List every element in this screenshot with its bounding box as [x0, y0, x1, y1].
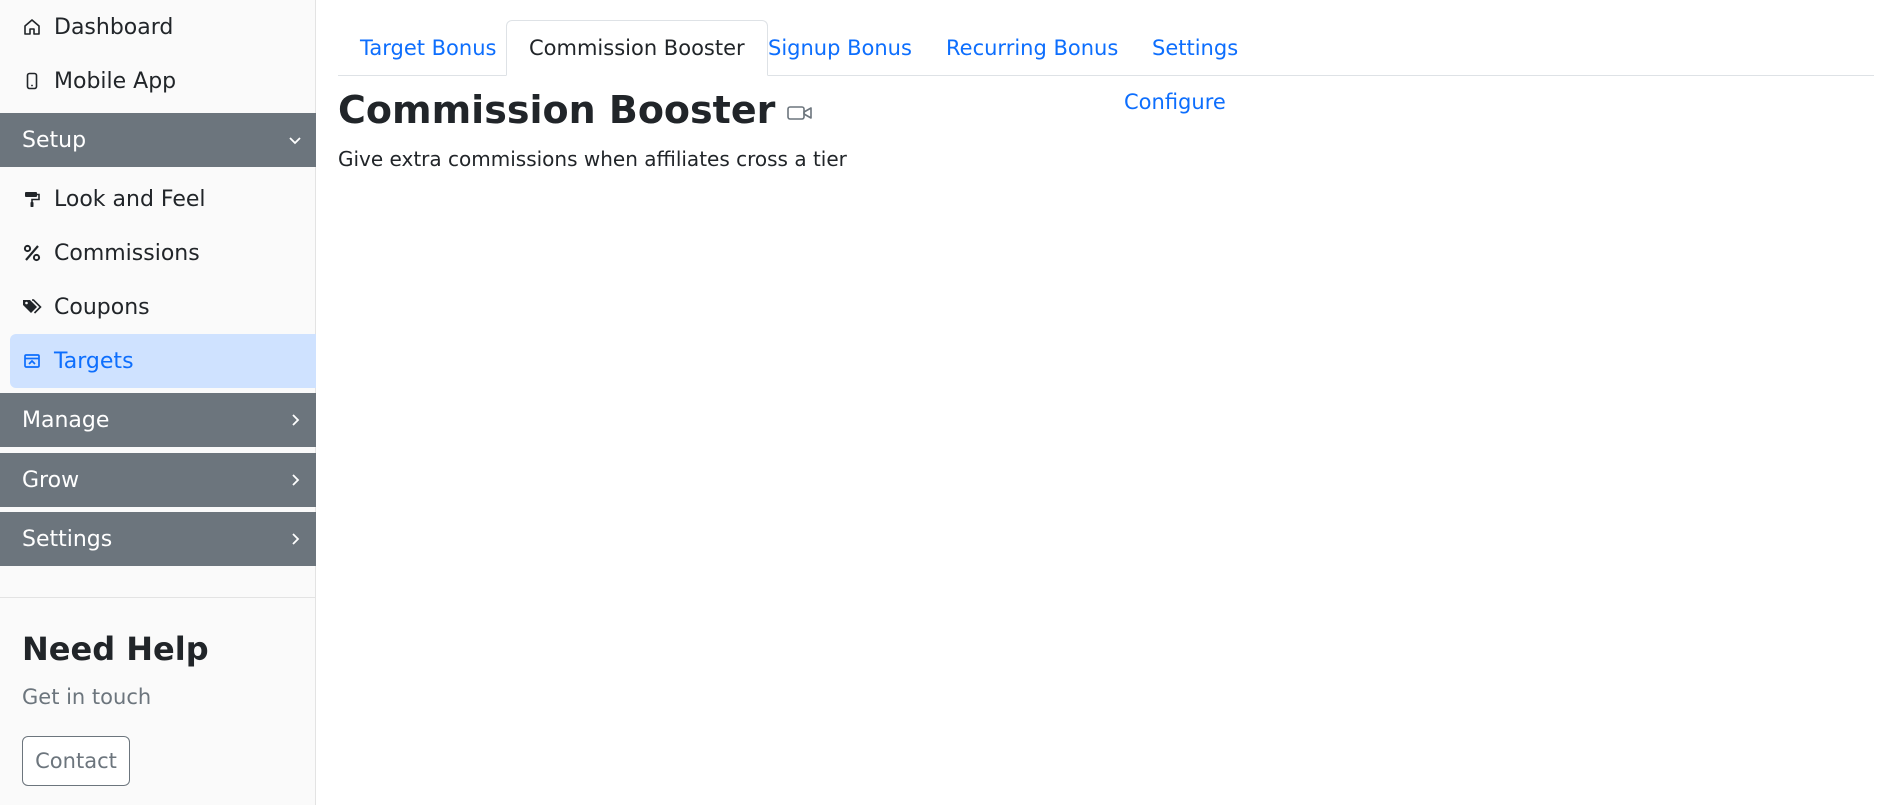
- video-icon[interactable]: [787, 104, 813, 122]
- sidebar-section-setup[interactable]: Setup: [0, 113, 316, 167]
- sidebar-section-grow[interactable]: Grow: [0, 453, 316, 507]
- contact-button[interactable]: Contact: [22, 736, 130, 786]
- sidebar-item-look-and-feel[interactable]: Look and Feel: [10, 172, 316, 226]
- percent-icon: [22, 243, 42, 263]
- home-icon: [22, 17, 42, 37]
- sidebar-item-label: Mobile App: [54, 68, 177, 94]
- tab-target-bonus[interactable]: Target Bonus: [338, 20, 518, 75]
- sidebar-item-label: Look and Feel: [54, 186, 206, 212]
- sidebar-item-dashboard[interactable]: Dashboard: [10, 0, 316, 54]
- page-description: Give extra commissions when affiliates c…: [338, 147, 847, 171]
- page-title-text: Commission Booster: [338, 88, 776, 132]
- sidebar-item-targets[interactable]: Targets: [10, 334, 316, 388]
- chevron-right-icon: [288, 413, 302, 427]
- chevron-down-icon: [288, 133, 302, 147]
- sidebar: Dashboard Mobile App Setup Look and Feel…: [0, 0, 316, 805]
- sidebar-item-label: Coupons: [54, 294, 150, 320]
- sidebar-section-manage[interactable]: Manage: [0, 393, 316, 447]
- help-title: Need Help: [22, 630, 209, 668]
- phone-icon: [22, 71, 42, 91]
- chevron-right-icon: [288, 473, 302, 487]
- sidebar-divider: [0, 597, 316, 598]
- page-title: Commission Booster: [338, 88, 813, 132]
- sidebar-item-coupons[interactable]: Coupons: [10, 280, 316, 334]
- sidebar-item-label: Targets: [54, 348, 134, 374]
- help-subtitle: Get in touch: [22, 685, 152, 709]
- sidebar-item-label: Dashboard: [54, 14, 174, 40]
- tab-commission-booster[interactable]: Commission Booster: [506, 20, 768, 76]
- tab-bar: Target Bonus Commission Booster Signup B…: [338, 20, 1874, 76]
- target-icon: [22, 351, 42, 371]
- section-label: Settings: [22, 526, 113, 552]
- configure-link[interactable]: Configure: [1124, 90, 1226, 114]
- sidebar-section-settings[interactable]: Settings: [0, 512, 316, 566]
- tab-recurring-bonus[interactable]: Recurring Bonus: [924, 20, 1140, 75]
- section-label: Setup: [22, 127, 87, 153]
- chevron-right-icon: [288, 532, 302, 546]
- sidebar-item-mobile-app[interactable]: Mobile App: [10, 54, 316, 108]
- paint-roller-icon: [22, 189, 42, 209]
- tab-settings[interactable]: Settings: [1130, 20, 1260, 75]
- section-label: Manage: [22, 407, 110, 433]
- tags-icon: [22, 297, 42, 317]
- tab-signup-bonus[interactable]: Signup Bonus: [746, 20, 934, 75]
- sidebar-item-label: Commissions: [54, 240, 200, 266]
- section-label: Grow: [22, 467, 80, 493]
- sidebar-item-commissions[interactable]: Commissions: [10, 226, 316, 280]
